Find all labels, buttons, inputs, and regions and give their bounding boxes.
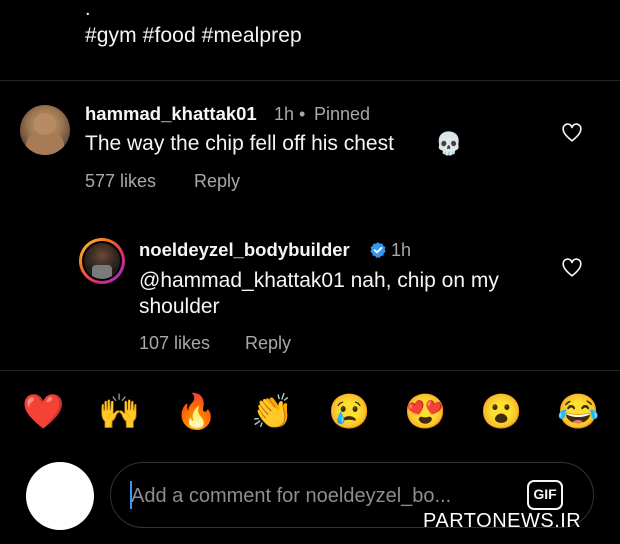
emoji-crying[interactable]: 😢: [328, 392, 370, 432]
self-avatar[interactable]: [26, 462, 94, 530]
reply-username[interactable]: noeldeyzel_bodybuilder: [139, 239, 350, 261]
reply-button[interactable]: Reply: [194, 171, 240, 192]
pinned-label: Pinned: [314, 104, 371, 124]
emoji-laughing[interactable]: 😂: [557, 392, 599, 432]
reply-time: 1h: [391, 240, 412, 260]
reply-heart-icon[interactable]: [561, 257, 583, 279]
comment-time: 1h: [274, 104, 295, 124]
avatar[interactable]: [20, 105, 70, 155]
reply-text-line2: shoulder: [139, 295, 220, 318]
verified-badge-icon: [370, 242, 386, 258]
watermark: PARTONEWS.IR: [423, 510, 582, 532]
comment-text: The way the chip fell off his chest: [85, 132, 394, 155]
reply-text-line1: @hammad_khattak01 nah, chip on my: [139, 269, 499, 292]
comment-username[interactable]: hammad_khattak01: [85, 103, 257, 125]
emoji-divider: [0, 370, 620, 371]
emoji-heart-eyes[interactable]: 😍: [404, 392, 446, 432]
quick-emoji-bar: ❤️ 🙌 🔥 👏 😢 😍 😮 😂: [0, 392, 620, 434]
comments-screen: . #gym #food #mealprep hammad_khattak01 …: [0, 0, 620, 544]
reply-likes-count[interactable]: 107 likes: [139, 333, 210, 354]
caption-divider: [0, 80, 620, 81]
reply-reply-button[interactable]: Reply: [245, 333, 291, 354]
skull-emoji: 💀: [435, 131, 463, 156]
gif-button[interactable]: GIF: [527, 480, 563, 510]
emoji-heart[interactable]: ❤️: [22, 392, 64, 432]
caption-hashtags[interactable]: #gym #food #mealprep: [85, 24, 302, 48]
likes-count[interactable]: 577 likes: [85, 171, 156, 192]
emoji-surprised[interactable]: 😮: [480, 392, 522, 432]
text-cursor: [130, 481, 132, 509]
emoji-raising-hands[interactable]: 🙌: [98, 392, 140, 432]
reply-avatar[interactable]: [79, 238, 125, 284]
heart-icon[interactable]: [561, 122, 583, 144]
emoji-fire[interactable]: 🔥: [175, 392, 217, 432]
comment-separator: •: [299, 104, 306, 124]
emoji-clapping[interactable]: 👏: [251, 392, 293, 432]
comment-input[interactable]: [129, 479, 503, 513]
caption-dot: .: [85, 0, 91, 20]
